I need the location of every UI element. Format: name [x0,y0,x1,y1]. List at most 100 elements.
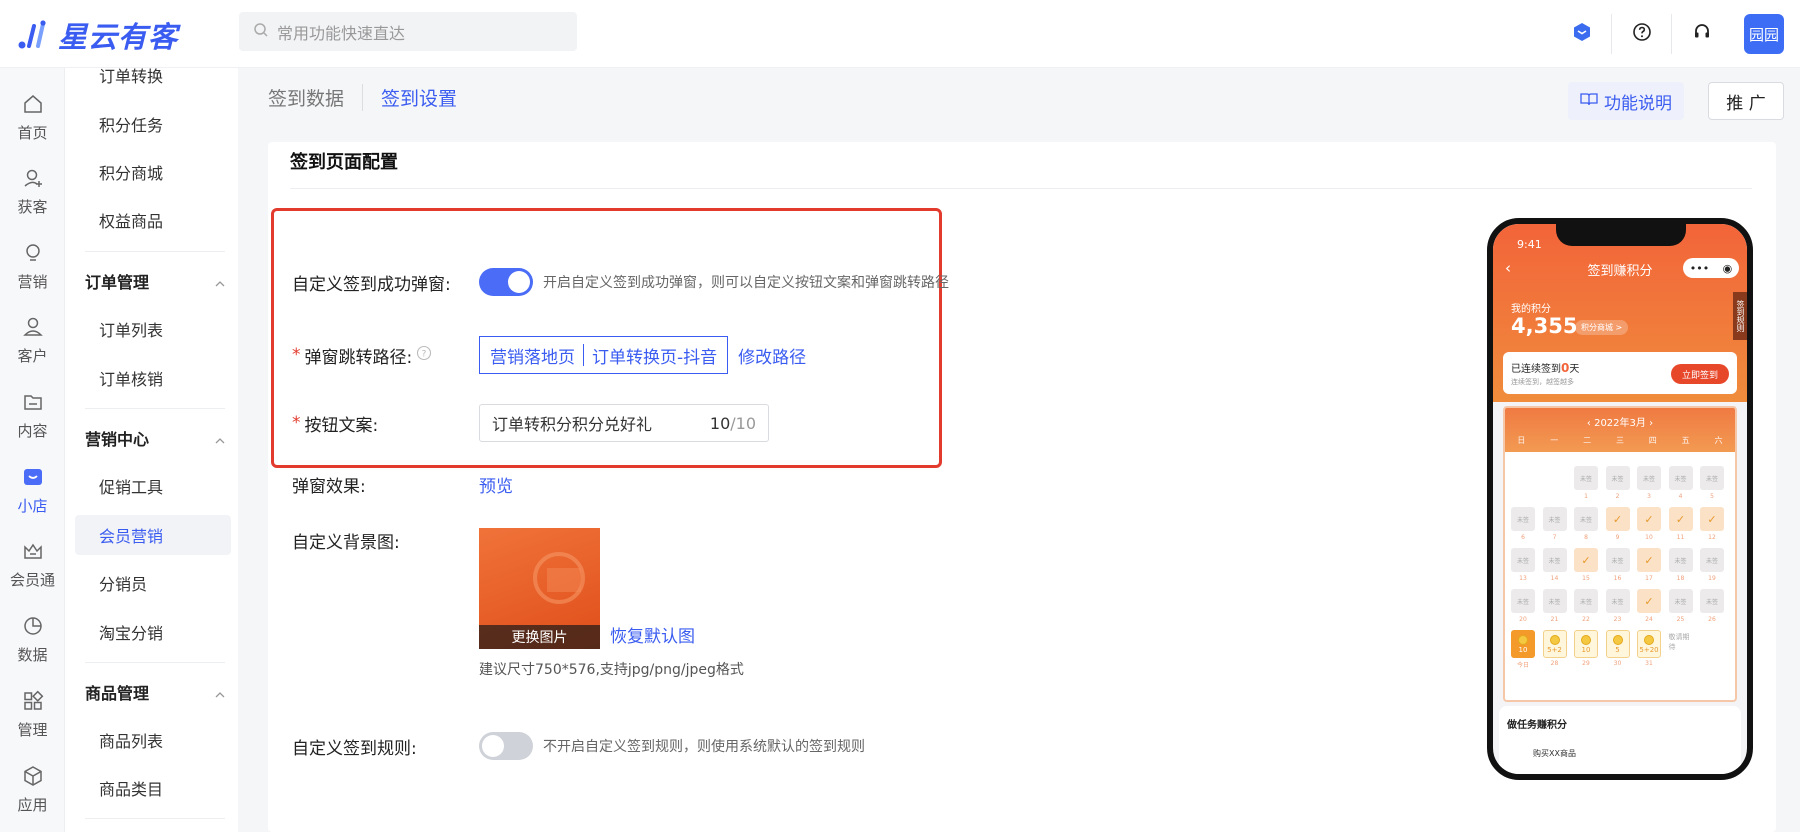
signed-day-cell: ✓ [1637,507,1661,531]
promote-button[interactable]: 推 广 [1708,82,1784,120]
rail-item-marketing[interactable]: 营销 [0,230,65,302]
menu-divider [85,662,225,663]
unsigned-day-cell: 未签 [1668,466,1693,490]
day-number: 22 [1582,616,1590,623]
top-bar: 星云有客 常用功能快速直达 园园 [0,0,1800,68]
day-number: 9 [1615,534,1620,541]
menu-item-goods-category[interactable]: 商品类目 [75,768,231,808]
question-circle-icon[interactable]: ? [416,345,432,366]
unsigned-day-cell: 未签 [1700,548,1724,572]
button-text-label: 按钮文案: [304,415,379,436]
custom-rule-toggle[interactable] [479,732,533,760]
weekday-row: 日一二三四五六 [1517,436,1723,445]
app-logo[interactable]: 星云有客 [16,14,178,56]
path-separator [583,344,584,366]
menu-item-promo-tools[interactable]: 促销工具 [75,466,231,506]
background-thumbnail[interactable]: 更换图片 [479,528,600,649]
menu-item-distributor[interactable]: 分销员 [75,563,231,603]
rail-item-apps[interactable]: 应用 [0,753,65,825]
row-button-text: * 按钮文案: 订单转积分积分兑好礼 10/10 [292,404,769,442]
menu-item-points-mall[interactable]: 积分商城 [75,152,231,192]
menu-item-order-list[interactable]: 订单列表 [75,309,231,349]
rail-item-data[interactable]: 数据 [0,603,65,675]
button-text-input[interactable]: 订单转积分积分兑好礼 10/10 [479,404,769,442]
unsigned-day-cell: 未签 [1511,589,1535,613]
unsigned-day-cell: 未签 [1542,589,1567,613]
phone-header: 9:41 ‹ 签到赚积分 ••• ◉ 我的积分 4,355 积分商城 > 签到规则… [1493,224,1747,402]
menu-item-taobao-distribution[interactable]: 淘宝分销 [75,612,231,652]
day-number: 1 [1584,493,1588,500]
help-button[interactable] [1612,14,1672,54]
day-number: 10 [1645,534,1653,541]
rail-item-acquire[interactable]: 获客 [0,155,65,227]
mini-program-capsule: ••• ◉ [1683,258,1739,278]
rail-item-membership[interactable]: 会员通 [0,528,65,600]
support-button[interactable] [1672,14,1732,54]
menu-item-order-verify[interactable]: 订单核销 [75,358,231,398]
unsigned-day-cell: 未签 [1511,548,1535,572]
signed-day-cell: ✓ [1637,589,1661,613]
required-mark: * [292,345,301,365]
day-number: 17 [1645,575,1653,582]
search-input[interactable]: 常用功能快速直达 [239,12,577,51]
restore-default-link[interactable]: 恢复默认图 [610,622,695,649]
preview-link[interactable]: 预览 [479,472,513,497]
menu-group-label: 营销中心 [85,430,150,449]
menu-group-order[interactable]: 订单管理 [85,261,225,301]
rail-item-customer[interactable]: 客户 [0,304,65,376]
day-number: 28 [1550,660,1559,667]
day-number: 30 [1613,660,1622,667]
reward-amount: 5 [1615,645,1620,654]
day-number: 3 [1647,493,1651,500]
future-reward-cell: 10 [1574,630,1598,658]
tab-checkin-settings[interactable]: 签到设置 [362,84,475,111]
plugin-button[interactable] [1552,14,1612,54]
rail-label: 首页 [17,124,48,142]
rail-item-content[interactable]: 内容 [0,379,65,451]
my-points-label: 我的积分 [1511,304,1551,315]
day-number: 今日 [1516,662,1529,669]
streak-subtext: 连续签到，越签越多 [1511,378,1574,386]
modify-path-link[interactable]: 修改路径 [738,343,806,368]
rail-label: 管理 [17,721,48,739]
unsigned-day-cell: 未签 [1605,589,1630,613]
change-image-button[interactable]: 更换图片 [479,625,600,649]
menu-item-order-convert[interactable]: 订单转换 [75,68,231,95]
reward-amount: 10 [1581,645,1591,654]
popup-toggle-hint: 开启自定义签到成功弹窗，则可以自定义按钮文案和弹窗跳转路径 [543,275,949,291]
day-number: 6 [1521,534,1525,541]
day-number: 18 [1676,575,1685,582]
menu-group-marketing[interactable]: 营销中心 [85,418,225,458]
char-counter: 10/10 [710,414,756,433]
phone-preview: 9:41 ‹ 签到赚积分 ••• ◉ 我的积分 4,355 积分商城 > 签到规则… [1487,218,1753,780]
user-avatar[interactable]: 园园 [1744,14,1784,54]
cube-icon [20,763,46,789]
sign-now-button: 立即签到 [1671,364,1729,384]
row-custom-rule: 自定义签到规则: 不开启自定义签到规则，则使用系统默认的签到规则 [292,732,865,760]
signed-day-cell: ✓ [1605,507,1630,531]
menu-item-points-task[interactable]: 积分任务 [75,104,231,144]
tab-checkin-data[interactable]: 签到数据 [268,84,362,111]
feature-help-button[interactable]: 功能说明 [1568,82,1684,120]
reward-amount: 5+2 [1547,645,1562,654]
menu-group-goods[interactable]: 商品管理 [85,672,225,712]
signed-day-cell: ✓ [1637,548,1661,572]
popup-toggle-switch[interactable] [479,268,533,296]
menu-item-member-marketing[interactable]: 会员营销 [75,515,231,555]
points-value: 4,355 [1511,314,1578,338]
rail-item-shop[interactable]: 小店 [0,454,65,526]
rail-label: 内容 [17,422,48,440]
signed-day-cell: ✓ [1668,507,1693,531]
menu-item-goods-list[interactable]: 商品列表 [75,720,231,760]
pie-chart-icon [20,613,46,639]
background-image-row: 更换图片 恢复默认图 [479,528,744,649]
rail-item-home[interactable]: 首页 [0,81,65,153]
menu-item-benefit-goods[interactable]: 权益商品 [75,200,231,240]
day-number: 13 [1519,575,1527,582]
day-number: 7 [1552,534,1557,541]
rail-label: 小店 [17,497,48,515]
section-divider [290,188,1752,189]
day-number: 5 [1710,493,1714,500]
day-number: 4 [1678,493,1683,500]
rail-item-manage[interactable]: 管理 [0,678,65,750]
